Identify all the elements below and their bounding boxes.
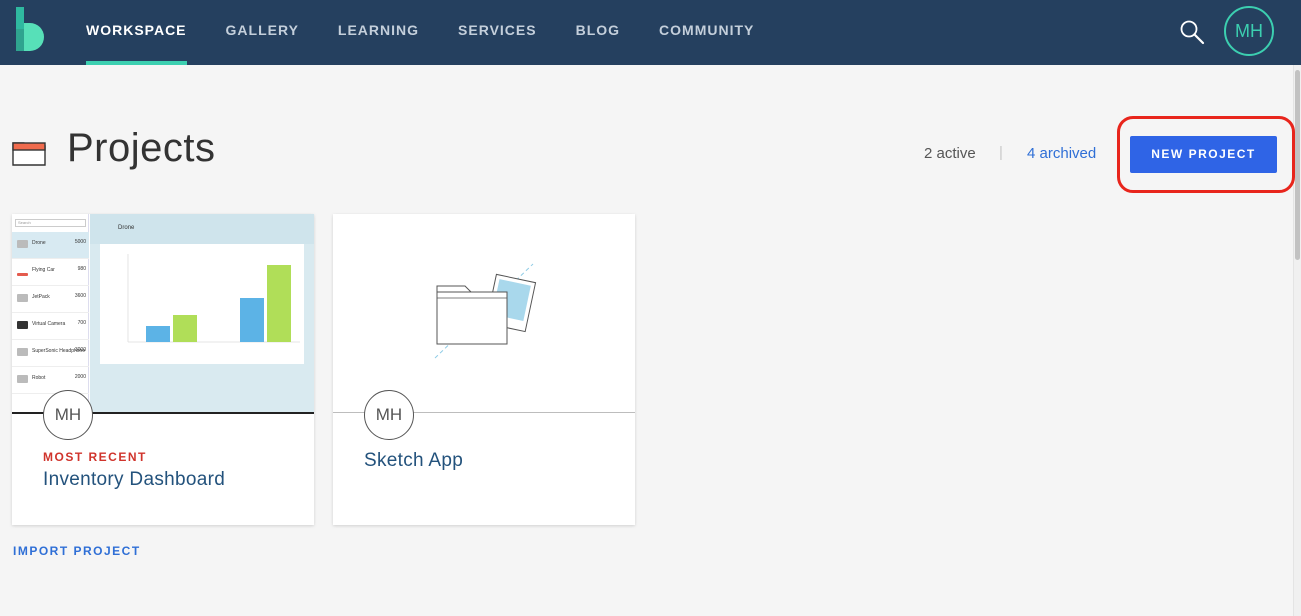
nav-learning[interactable]: LEARNING: [338, 0, 419, 65]
scrollbar-thumb[interactable]: [1295, 70, 1300, 260]
preview-list-item: SuperSonic Headphone 3000: [12, 340, 89, 367]
app-logo-icon[interactable]: [14, 7, 46, 53]
preview-list-item: Robot 2000: [12, 367, 89, 394]
active-projects-count: 2 active: [924, 145, 976, 162]
preview-header-title: Drone: [118, 225, 135, 231]
project-thumbnail: [333, 214, 635, 413]
project-title[interactable]: Inventory Dashboard: [43, 469, 225, 491]
page-title: Projects: [67, 126, 216, 170]
project-owner-avatar: MH: [43, 390, 93, 440]
top-navigation-bar: WORKSPACE GALLERY LEARNING SERVICES BLOG…: [0, 0, 1301, 65]
preview-list-item: JetPack 3600: [12, 286, 89, 313]
preview-list-item: Drone 5000: [12, 232, 89, 259]
most-recent-badge: MOST RECENT: [43, 450, 147, 464]
preview-list-item: Flying Car 980: [12, 259, 89, 286]
preview-main-panel: Drone: [90, 214, 314, 413]
count-separator: |: [999, 144, 1003, 161]
preview-sidebar: Search Drone 5000 Flying Car 980 JetPack 36…: [12, 214, 89, 413]
nav-gallery[interactable]: GALLERY: [226, 0, 299, 65]
import-project-link[interactable]: IMPORT PROJECT: [13, 544, 141, 558]
project-card-sketch-app[interactable]: MH Sketch App: [333, 214, 635, 525]
nav-community[interactable]: COMMUNITY: [659, 0, 754, 65]
nav-blog[interactable]: BLOG: [576, 0, 620, 65]
archived-projects-link[interactable]: 4 archived: [1027, 145, 1096, 162]
project-title[interactable]: Sketch App: [364, 450, 463, 472]
project-thumbnail: Search Drone 5000 Flying Car 980 JetPack 36…: [12, 214, 314, 413]
search-icon[interactable]: [1178, 18, 1206, 46]
folder-photo-placeholder-icon: [434, 263, 537, 359]
nav-workspace[interactable]: WORKSPACE: [86, 0, 187, 65]
preview-search-field: Search: [15, 219, 86, 227]
new-project-button[interactable]: NEW PROJECT: [1130, 136, 1277, 173]
folder-icon: [12, 142, 46, 166]
user-avatar[interactable]: MH: [1224, 6, 1274, 56]
nav-services[interactable]: SERVICES: [458, 0, 537, 65]
main-nav: WORKSPACE GALLERY LEARNING SERVICES BLOG…: [86, 0, 793, 65]
preview-bar-chart: [100, 244, 304, 364]
project-owner-avatar: MH: [364, 390, 414, 440]
project-card-inventory-dashboard[interactable]: Search Drone 5000 Flying Car 980 JetPack 36…: [12, 214, 314, 525]
preview-list-item: Virtual Camera 700: [12, 313, 89, 340]
preview-header: Drone: [90, 214, 314, 244]
